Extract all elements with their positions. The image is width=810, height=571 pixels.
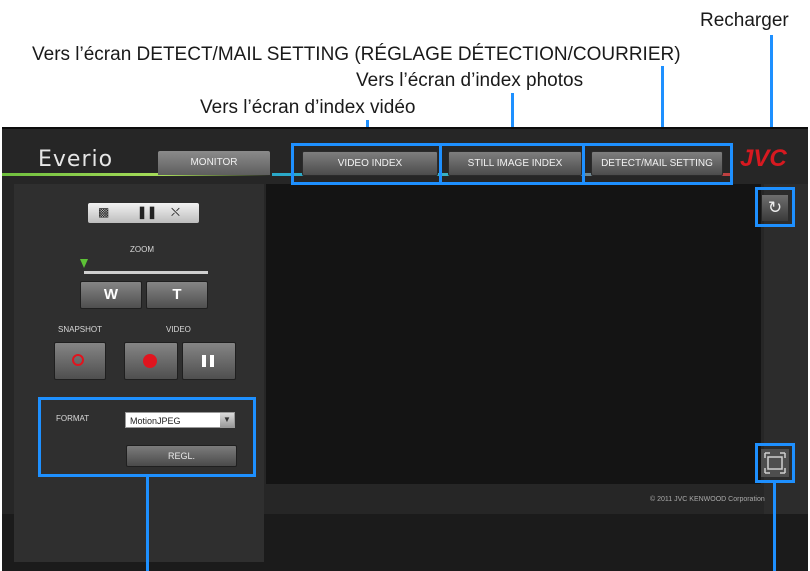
zoom-slider[interactable] <box>84 271 208 274</box>
highlight-fullscreen <box>755 443 795 483</box>
zoom-tele-button[interactable]: T <box>146 281 208 309</box>
plug-icon[interactable]: ⛌ <box>171 205 180 220</box>
fullscreen-leader <box>773 481 776 571</box>
snapshot-label: SNAPSHOT <box>58 325 103 334</box>
reload-callout: Recharger <box>700 10 789 31</box>
camera-icon[interactable]: ▩ <box>98 205 109 219</box>
format-leader <box>146 475 149 571</box>
pause-icon <box>202 355 206 367</box>
video-monitor-area <box>266 184 761 484</box>
highlight-nav-divider-1 <box>439 143 443 185</box>
snapshot-icon <box>72 354 84 366</box>
still-index-callout: Vers l’écran d’index photos <box>356 70 584 91</box>
tab-monitor[interactable]: MONITOR <box>158 151 270 175</box>
jvc-logo: JVC <box>740 145 787 172</box>
highlight-format <box>38 397 256 477</box>
brand-logo: Everio <box>38 147 114 172</box>
copyright-text: © 2011 JVC KENWOOD Corporation <box>650 496 765 503</box>
highlight-refresh <box>755 187 795 227</box>
pause-icon <box>210 355 214 367</box>
pause-icon[interactable]: ❚❚ <box>137 205 157 219</box>
app-screen: Everio MONITOR VIDEO INDEX STILL IMAGE I… <box>2 127 808 571</box>
zoom-wide-button[interactable]: W <box>80 281 142 309</box>
zoom-label: ZOOM <box>130 245 154 254</box>
highlight-nav-divider-2 <box>582 143 586 185</box>
highlight-nav-tabs <box>291 143 733 185</box>
snapshot-button[interactable] <box>54 342 106 380</box>
video-index-callout: Vers l’écran d’index vidéo <box>200 97 416 118</box>
video-label: VIDEO <box>166 325 191 334</box>
detect-mail-callout: Vers l’écran DETECT/MAIL SETTING (RÉGLAG… <box>32 44 681 65</box>
zoom-indicator[interactable] <box>80 259 88 268</box>
mode-selector[interactable]: ▩ ❚❚ ⛌ <box>88 203 199 223</box>
pause-button[interactable] <box>182 342 236 380</box>
record-button[interactable] <box>124 342 178 380</box>
record-icon <box>143 354 157 368</box>
